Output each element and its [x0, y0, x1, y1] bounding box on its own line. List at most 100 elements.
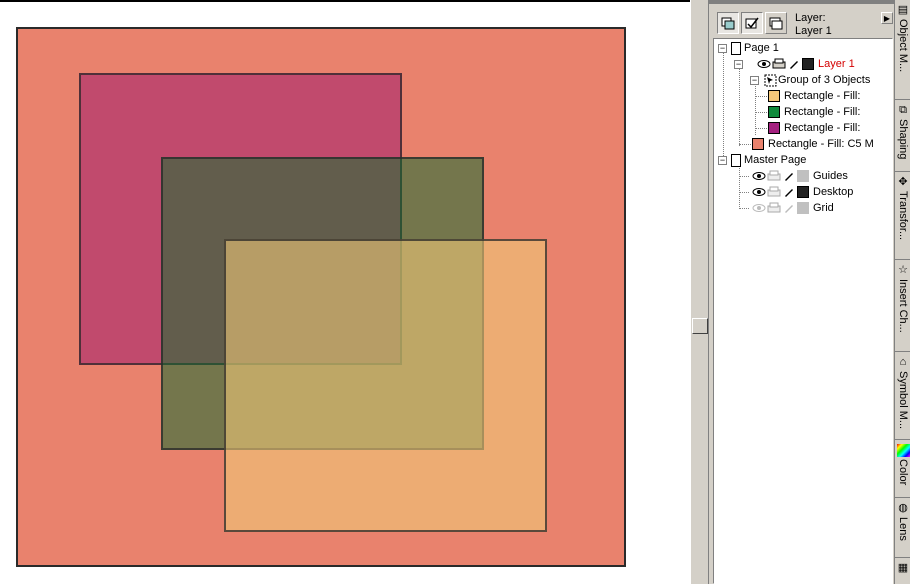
tab-label: Symbol M...	[897, 371, 909, 430]
pencil-icon[interactable]	[782, 186, 796, 198]
tree-line	[739, 164, 740, 209]
shaping-icon: ⧉	[899, 104, 907, 116]
page-icon	[731, 153, 741, 167]
vertical-scrollbar[interactable]	[690, 0, 708, 584]
tree-line	[739, 176, 749, 177]
tab-object-manager[interactable]: ▤ Object M...	[895, 0, 910, 100]
pencil-icon[interactable]	[787, 58, 801, 70]
printer-disabled-icon[interactable]	[767, 202, 781, 214]
tree-line	[755, 96, 767, 97]
pencil-disabled-icon[interactable]	[782, 202, 796, 214]
eye-icon[interactable]	[752, 170, 766, 182]
layer-manager-view-button[interactable]	[765, 12, 787, 34]
collapse-toggle[interactable]: −	[718, 43, 727, 53]
fill-swatch	[752, 138, 764, 150]
tree-line	[739, 192, 749, 193]
pencil-icon[interactable]	[782, 170, 796, 182]
tree-item-label: Guides	[813, 170, 848, 182]
transform-icon: ✥	[898, 176, 908, 188]
printer-disabled-icon[interactable]	[767, 170, 781, 182]
tab-symbol-manager[interactable]: ⌂ Symbol M...	[895, 352, 910, 440]
show-object-properties-button[interactable]	[717, 12, 739, 34]
tree-line	[739, 68, 740, 146]
layer-manager-icon	[769, 17, 783, 30]
tree-line	[739, 208, 749, 209]
tree-item-label: Rectangle - Fill:	[784, 90, 861, 102]
fill-swatch	[768, 90, 780, 102]
tab-lens[interactable]: ◍ Lens	[895, 498, 910, 558]
tree-item-rectangle-green[interactable]: Rectangle - Fill:	[768, 104, 860, 120]
tab-label: Transfor...	[897, 191, 909, 241]
scrollbar-thumb[interactable]	[692, 318, 708, 334]
lens-icon: ◍	[898, 502, 908, 514]
tab-label: Shaping	[897, 119, 909, 160]
eye-disabled-icon[interactable]	[752, 202, 766, 214]
active-layer-caption: Layer: Layer 1	[795, 12, 832, 38]
tree-item-desktop[interactable]: Desktop	[752, 184, 853, 200]
tree-item-label: Grid	[813, 202, 834, 214]
tab-label: Color	[897, 459, 909, 486]
panel-toolbar: Layer: Layer 1 ▶	[709, 4, 895, 38]
edit-across-layers-button[interactable]	[741, 12, 763, 34]
tree-item-guides[interactable]: Guides	[752, 168, 848, 184]
eye-icon[interactable]	[752, 186, 766, 198]
more-tabs-icon: ▦	[897, 562, 909, 574]
insert-character-icon: ☆	[898, 264, 908, 276]
panel-menu-button[interactable]: ▶	[881, 12, 893, 24]
object-tree: − Page 1 − Layer 1 − Group of 3 Objects …	[713, 38, 893, 584]
tree-item-label: Group of 3 Objects	[778, 74, 871, 86]
layer-color-swatch	[797, 186, 809, 198]
tree-line	[755, 112, 767, 113]
tab-color[interactable]: Color	[895, 440, 910, 498]
tree-item-label: Rectangle - Fill: C5 M	[768, 138, 874, 150]
object-properties-icon	[721, 17, 735, 30]
yellow-rectangle[interactable]	[224, 239, 547, 532]
eye-icon[interactable]	[757, 58, 771, 70]
tree-item-label: Layer 1	[818, 58, 855, 70]
layer-color-swatch	[797, 170, 809, 182]
flyout-arrow-icon: ▶	[883, 13, 891, 23]
layer-label: Layer:	[795, 12, 826, 24]
drawing-canvas[interactable]	[0, 0, 690, 584]
object-manager-panel: Layer: Layer 1 ▶ − Page 1 − Layer 1 − Gr…	[708, 0, 895, 584]
tab-insert-character[interactable]: ☆ Insert Ch...	[895, 260, 910, 352]
edit-across-layers-icon	[745, 17, 759, 29]
tab-label: Object M...	[897, 19, 909, 73]
tab-label: Lens	[897, 517, 909, 541]
collapse-toggle[interactable]: −	[734, 59, 743, 69]
tree-item-label: Rectangle - Fill:	[784, 106, 861, 118]
tree-item-label: Desktop	[813, 186, 854, 198]
layer-name: Layer 1	[795, 25, 832, 37]
tree-item-grid[interactable]: Grid	[752, 200, 834, 216]
layer-color-swatch	[802, 58, 814, 70]
printer-icon[interactable]	[772, 58, 786, 70]
page-icon	[731, 41, 741, 55]
canvas-top-border	[0, 0, 690, 2]
tab-transform[interactable]: ✥ Transfor...	[895, 172, 910, 260]
object-manager-icon: ▤	[897, 4, 909, 16]
tree-item-master-page[interactable]: − Master Page	[718, 152, 806, 168]
group-icon	[763, 74, 777, 86]
tree-line	[723, 52, 724, 162]
fill-swatch	[768, 122, 780, 134]
tree-item-layer1[interactable]: − Layer 1	[734, 56, 855, 72]
tab-shaping[interactable]: ⧉ Shaping	[895, 100, 910, 172]
tab-more[interactable]: ▦	[895, 558, 910, 584]
tree-item-page1[interactable]: − Page 1	[718, 40, 779, 56]
symbol-manager-icon: ⌂	[899, 356, 907, 368]
tree-item-rectangle-background[interactable]: Rectangle - Fill: C5 M	[752, 136, 874, 152]
collapse-toggle[interactable]: −	[750, 75, 759, 85]
tree-item-rectangle-purple[interactable]: Rectangle - Fill:	[768, 120, 860, 136]
tree-line	[755, 128, 767, 129]
tree-line	[739, 144, 751, 145]
docker-tab-strip: ▤ Object M... ⧉ Shaping ✥ Transfor... ☆ …	[894, 0, 910, 584]
tree-item-label: Page 1	[744, 42, 779, 54]
fill-swatch	[768, 106, 780, 118]
layer-color-swatch	[797, 202, 809, 214]
tree-item-group[interactable]: − Group of 3 Objects	[750, 72, 870, 88]
collapse-toggle[interactable]: −	[718, 155, 727, 165]
color-icon	[896, 444, 910, 457]
tree-item-rectangle-yellow[interactable]: Rectangle - Fill:	[768, 88, 860, 104]
tab-label: Insert Ch...	[897, 279, 909, 333]
printer-disabled-icon[interactable]	[767, 186, 781, 198]
